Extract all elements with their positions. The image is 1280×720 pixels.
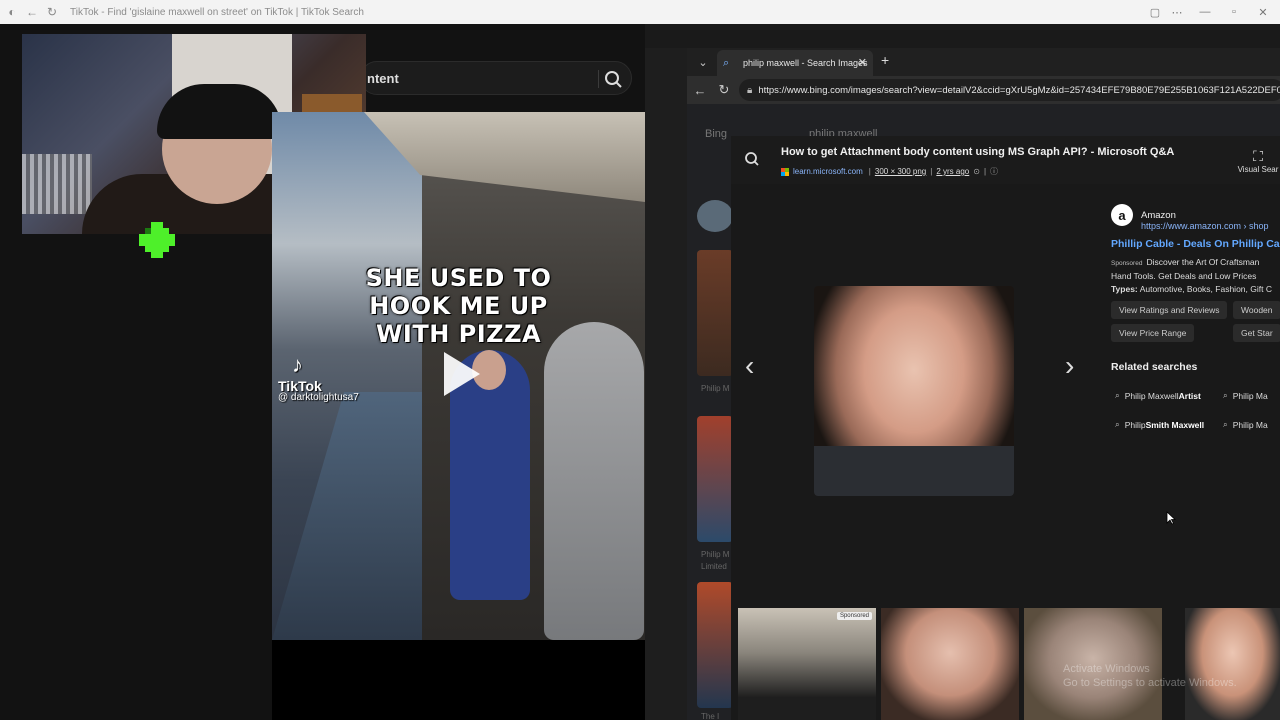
related-search-item[interactable]: ⌕ Philip Maxwell Artist	[1115, 390, 1201, 401]
back-icon[interactable]: ←	[691, 81, 709, 99]
image-detail-overlay: How to get Attachment body content using…	[731, 136, 1280, 720]
new-tab-icon[interactable]: +	[881, 52, 889, 68]
image-size[interactable]: 300 × 300 png	[875, 167, 926, 176]
bg-thumbnail[interactable]	[697, 582, 733, 708]
tiktok-watermark: ♪ TikTok	[278, 352, 322, 394]
related-search-item[interactable]: ⌕ Philip Ma	[1223, 419, 1268, 430]
search-icon: ⌕	[1223, 419, 1228, 429]
image-age[interactable]: 2 yrs ago	[936, 167, 969, 176]
reload-icon[interactable]: ↻	[715, 81, 733, 99]
visual-search-icon: ⛶	[1253, 148, 1263, 164]
close-button[interactable]: ✕	[1248, 0, 1278, 24]
source-page-title[interactable]: How to get Attachment body content using…	[781, 146, 1174, 158]
related-search-item[interactable]: ⌕ Philip Ma	[1223, 390, 1268, 401]
tab-close-icon[interactable]: ✕	[858, 56, 867, 69]
search-icon: ⌕	[1115, 419, 1120, 429]
overlay-header: How to get Attachment body content using…	[731, 136, 1280, 184]
sponsored-badge: Sponsored	[1111, 260, 1143, 267]
previous-image-chevron-icon[interactable]: ‹	[745, 350, 754, 382]
pixel-pointer-icon	[139, 222, 175, 258]
address-bar[interactable]: 🔒︎ https://www.bing.com/images/search?vi…	[739, 79, 1280, 101]
bg-thumb-label: The I	[701, 712, 720, 720]
main-image[interactable]	[814, 286, 1014, 496]
url-text: https://www.bing.com/images/search?view=…	[758, 84, 1280, 96]
related-image-thumb[interactable]: Sponsored	[738, 608, 876, 720]
search-icon[interactable]	[741, 148, 763, 170]
play-icon[interactable]	[444, 352, 480, 396]
more-icon[interactable]: ⋯	[1162, 0, 1192, 24]
next-image-chevron-icon[interactable]: ›	[1065, 350, 1074, 382]
tab-label: philip maxwell - Search Images	[743, 58, 868, 68]
related-search-item[interactable]: ⌕ Philip Smith Maxwell	[1115, 419, 1204, 430]
maximize-button[interactable]: ▫	[1219, 0, 1249, 24]
tab-bing-images[interactable]: ⌕ philip maxwell - Search Images ✕	[717, 50, 873, 76]
ad-brand: Amazon	[1141, 209, 1176, 221]
ad-chip[interactable]: Get Star	[1233, 324, 1280, 342]
search-icon: ⌕	[723, 56, 730, 69]
search-icon[interactable]	[603, 69, 623, 89]
bg-thumbnail[interactable]	[697, 416, 733, 542]
tiktok-search-bar[interactable]: ntent	[360, 61, 632, 95]
search-icon: ⌕	[1223, 390, 1228, 400]
related-image-thumb[interactable]	[881, 608, 1019, 720]
clock-icon: ⊙	[973, 167, 980, 176]
tiktok-note-icon: ♪	[292, 352, 303, 377]
ad-link[interactable]: Phillip Cable - Deals On Phillip Ca	[1111, 238, 1280, 250]
window-titlebar: ◐ ← ↻ TikTok - Find 'gislaine maxwell on…	[0, 0, 1280, 24]
address-row: ← ↻ 🔒︎ https://www.bing.com/images/searc…	[687, 76, 1280, 104]
bg-thumb-label: Limited	[701, 562, 727, 571]
lock-icon: 🔒︎	[747, 84, 753, 96]
video-caption: SHE USED TO HOOK ME UP WITH PIZZA	[365, 264, 552, 348]
video-handle: @ darktolightusa7	[278, 392, 359, 403]
search-icon: ⌕	[1115, 390, 1120, 400]
mouse-cursor-icon	[1166, 511, 1176, 525]
side-panel: a Amazon https://www.amazon.com › shop P…	[1111, 204, 1280, 524]
browser-backdrop-strip	[645, 24, 1280, 48]
ad-types: Types: Automotive, Books, Fashion, Gift …	[1111, 284, 1272, 294]
bg-thumbnail[interactable]	[697, 200, 733, 232]
screen: ◐ ← ↻ TikTok - Find 'gislaine maxwell on…	[0, 0, 1280, 720]
ad-chip[interactable]: Wooden	[1233, 301, 1280, 319]
minimize-button[interactable]: —	[1190, 0, 1220, 24]
sponsored-badge: Sponsored	[836, 612, 872, 620]
bg-thumb-label: Philip M	[701, 384, 730, 393]
source-meta: learn.microsoft.com | 300 × 300 png | 2 …	[781, 166, 998, 177]
bing-logo: Bing	[705, 128, 728, 140]
source-domain[interactable]: learn.microsoft.com	[793, 167, 863, 176]
microsoft-logo-icon	[781, 167, 789, 176]
search-divider	[598, 70, 599, 88]
info-icon[interactable]: ⓘ	[990, 166, 998, 177]
ad-chip[interactable]: View Ratings and Reviews	[1111, 301, 1228, 319]
app-icon: ◐	[8, 5, 16, 19]
amazon-logo-icon: a	[1111, 204, 1133, 226]
tab-actions-chevron-icon[interactable]: ⌄	[693, 52, 713, 72]
video-footer	[272, 640, 645, 720]
windows-activation-watermark: Activate Windows Go to Settings to activ…	[1063, 663, 1237, 689]
visual-search-button[interactable]: ⛶ Visual Sear	[1236, 148, 1280, 174]
ad-description: Sponsored Discover the Art Of Craftsman H…	[1111, 257, 1260, 281]
ad-url[interactable]: https://www.amazon.com › shop	[1141, 221, 1269, 231]
bg-thumb-label: Philip M	[701, 550, 730, 559]
related-searches-title: Related searches	[1111, 361, 1198, 373]
search-query-text: ntent	[367, 70, 399, 86]
ad-chip[interactable]: View Price Range	[1111, 324, 1195, 342]
tiktok-video[interactable]: SHE USED TO HOOK ME UP WITH PIZZA ♪ TikT…	[272, 112, 645, 640]
bg-thumbnail[interactable]	[697, 250, 733, 376]
window-title: TikTok - Find 'gislaine maxwell on stree…	[70, 6, 364, 18]
tab-strip: ⌄ ⌕ philip maxwell - Search Images ✕ +	[687, 48, 1280, 76]
reload-icon[interactable]: ↻	[44, 0, 60, 24]
back-icon[interactable]: ←	[24, 0, 40, 24]
